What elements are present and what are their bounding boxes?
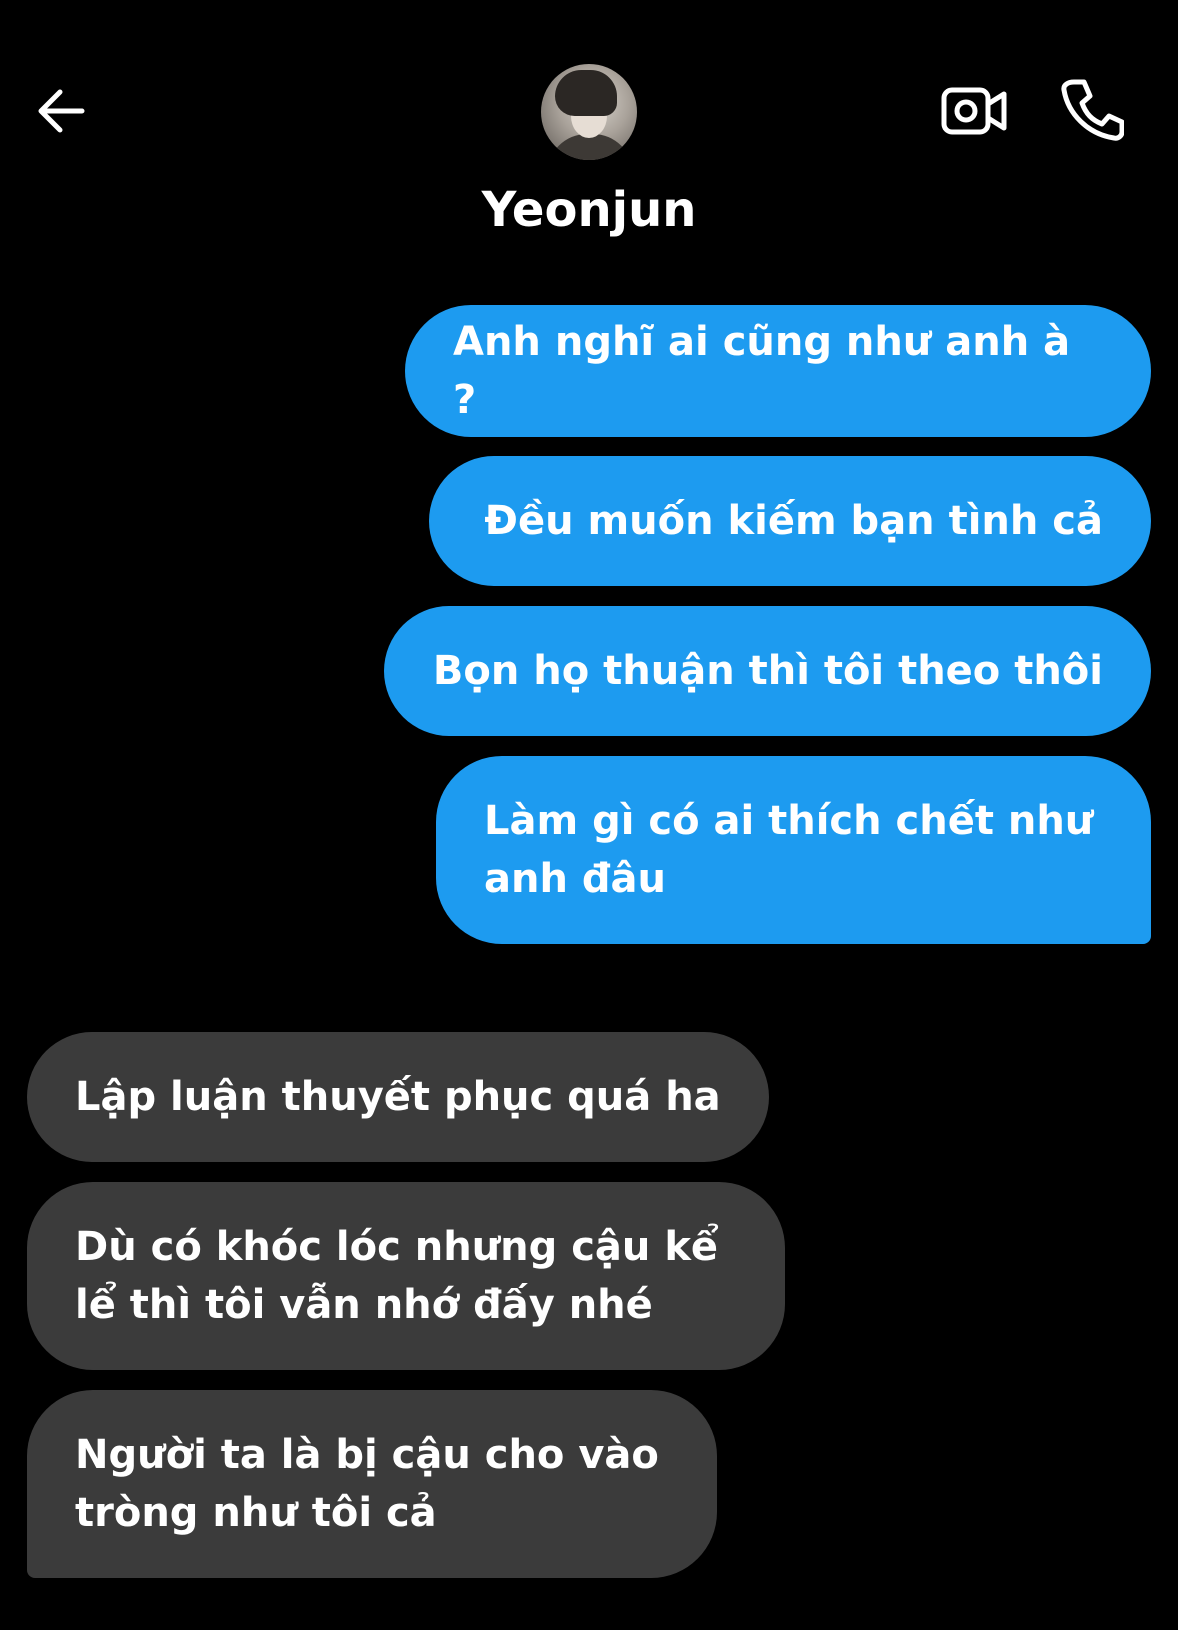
message-text: Bọn họ thuận thì tôi theo thôi: [432, 648, 1103, 694]
outgoing-message[interactable]: Bọn họ thuận thì tôi theo thôi: [384, 606, 1151, 736]
outgoing-message[interactable]: Anh nghĩ ai cũng như anh à ?: [405, 305, 1151, 437]
message-text: Lập luận thuyết phục quá ha: [75, 1074, 721, 1120]
message-text: Làm gì có ai thích chết như anh đâu: [484, 798, 1094, 902]
message-text: Dù có khóc lóc nhưng cậu kể lể thì tôi v…: [75, 1224, 719, 1328]
message-text: Anh nghĩ ai cũng như anh à ?: [453, 319, 1071, 423]
incoming-message[interactable]: Dù có khóc lóc nhưng cậu kể lể thì tôi v…: [27, 1182, 785, 1370]
phone-icon: [1061, 79, 1124, 141]
chat-header: Yeonjun: [0, 0, 1178, 260]
message-text: Người ta là bị cậu cho vào tròng như tôi…: [75, 1432, 659, 1536]
outgoing-message[interactable]: Làm gì có ai thích chết như anh đâu: [436, 756, 1151, 944]
back-button[interactable]: [30, 80, 92, 142]
incoming-message[interactable]: Lập luận thuyết phục quá ha: [27, 1032, 769, 1162]
arrow-left-icon: [38, 89, 85, 133]
video-call-icon: [941, 87, 1007, 135]
contact-name[interactable]: Yeonjun: [0, 180, 1178, 240]
incoming-message[interactable]: Người ta là bị cậu cho vào tròng như tôi…: [27, 1390, 717, 1578]
video-call-button[interactable]: [940, 80, 1008, 142]
avatar[interactable]: [541, 64, 637, 160]
outgoing-message[interactable]: Đều muốn kiếm bạn tình cả: [429, 456, 1151, 586]
message-text: Đều muốn kiếm bạn tình cả: [484, 498, 1103, 544]
phone-call-button[interactable]: [1060, 76, 1124, 142]
